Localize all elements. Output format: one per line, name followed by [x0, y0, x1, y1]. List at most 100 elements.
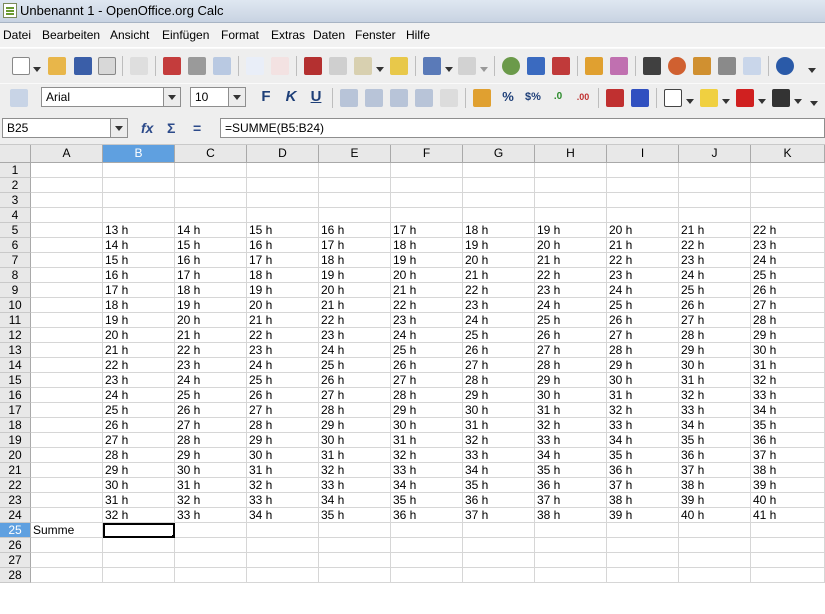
cell-g26[interactable]	[463, 538, 535, 553]
cell-f21[interactable]: 33 h	[391, 463, 463, 478]
cell-f5[interactable]: 17 h	[391, 223, 463, 238]
cell-e20[interactable]: 31 h	[319, 448, 391, 463]
menu-ansicht[interactable]: Ansicht	[110, 28, 149, 42]
sort-descending-icon[interactable]	[552, 57, 570, 75]
cell-d6[interactable]: 16 h	[247, 238, 319, 253]
cell-h11[interactable]: 25 h	[535, 313, 607, 328]
cell-e19[interactable]: 30 h	[319, 433, 391, 448]
menu-extras[interactable]: Extras	[271, 28, 305, 42]
cell-b12[interactable]: 20 h	[103, 328, 175, 343]
cell-f26[interactable]	[391, 538, 463, 553]
cell-c17[interactable]: 26 h	[175, 403, 247, 418]
print-preview-icon[interactable]	[213, 57, 231, 75]
cell-e23[interactable]: 34 h	[319, 493, 391, 508]
cell-h2[interactable]	[535, 178, 607, 193]
column-header-j[interactable]: J	[679, 145, 751, 163]
cell-f3[interactable]	[391, 193, 463, 208]
cut-icon[interactable]	[304, 57, 322, 75]
cell-h6[interactable]: 20 h	[535, 238, 607, 253]
cell-h10[interactable]: 24 h	[535, 298, 607, 313]
background-color-dropdown-icon[interactable]	[722, 94, 730, 104]
cell-j14[interactable]: 30 h	[679, 358, 751, 373]
cell-h20[interactable]: 34 h	[535, 448, 607, 463]
zoom-icon[interactable]	[743, 57, 761, 75]
cell-e8[interactable]: 19 h	[319, 268, 391, 283]
font-size-box[interactable]: 10	[190, 87, 246, 107]
show-draw-functions-icon[interactable]	[610, 57, 628, 75]
cell-k26[interactable]	[751, 538, 825, 553]
cell-g22[interactable]: 35 h	[463, 478, 535, 493]
cell-g11[interactable]: 24 h	[463, 313, 535, 328]
cell-e3[interactable]	[319, 193, 391, 208]
cell-h3[interactable]	[535, 193, 607, 208]
cell-d14[interactable]: 24 h	[247, 358, 319, 373]
spellcheck-icon[interactable]	[246, 57, 264, 75]
cell-b19[interactable]: 27 h	[103, 433, 175, 448]
cell-e15[interactable]: 26 h	[319, 373, 391, 388]
cell-f15[interactable]: 27 h	[391, 373, 463, 388]
border-style-icon[interactable]	[772, 89, 790, 107]
formula-input[interactable]: =SUMME(B5:B24)	[220, 118, 825, 138]
cell-c23[interactable]: 32 h	[175, 493, 247, 508]
cell-g7[interactable]: 20 h	[463, 253, 535, 268]
cell-i3[interactable]	[607, 193, 679, 208]
cell-e5[interactable]: 16 h	[319, 223, 391, 238]
cell-b3[interactable]	[103, 193, 175, 208]
cell-a23[interactable]	[31, 493, 103, 508]
cell-f10[interactable]: 22 h	[391, 298, 463, 313]
cell-d22[interactable]: 32 h	[247, 478, 319, 493]
row-header-21[interactable]: 21	[0, 463, 31, 478]
cell-e1[interactable]	[319, 163, 391, 178]
cell-i6[interactable]: 21 h	[607, 238, 679, 253]
cell-k16[interactable]: 33 h	[751, 388, 825, 403]
cell-i12[interactable]: 27 h	[607, 328, 679, 343]
cell-g19[interactable]: 32 h	[463, 433, 535, 448]
cell-c15[interactable]: 24 h	[175, 373, 247, 388]
cell-k19[interactable]: 36 h	[751, 433, 825, 448]
clone-formatting-icon[interactable]	[390, 57, 408, 75]
paste-dropdown-icon[interactable]	[376, 62, 384, 72]
cell-c19[interactable]: 28 h	[175, 433, 247, 448]
cell-k25[interactable]	[751, 523, 825, 538]
cell-f25[interactable]	[391, 523, 463, 538]
find-replace-icon[interactable]	[643, 57, 661, 75]
cell-g18[interactable]: 31 h	[463, 418, 535, 433]
cell-j18[interactable]: 34 h	[679, 418, 751, 433]
cell-b16[interactable]: 24 h	[103, 388, 175, 403]
column-header-h[interactable]: H	[535, 145, 607, 163]
cell-i24[interactable]: 39 h	[607, 508, 679, 523]
hyperlink-icon[interactable]	[502, 57, 520, 75]
cell-e27[interactable]	[319, 553, 391, 568]
cell-k23[interactable]: 40 h	[751, 493, 825, 508]
cell-b18[interactable]: 26 h	[103, 418, 175, 433]
navigator-icon[interactable]	[668, 57, 686, 75]
align-center-icon[interactable]	[365, 89, 383, 107]
cell-b10[interactable]: 18 h	[103, 298, 175, 313]
sum-button[interactable]: Σ	[167, 120, 175, 136]
cell-h9[interactable]: 23 h	[535, 283, 607, 298]
cell-j12[interactable]: 28 h	[679, 328, 751, 343]
cell-h28[interactable]	[535, 568, 607, 583]
cell-c26[interactable]	[175, 538, 247, 553]
cell-d2[interactable]	[247, 178, 319, 193]
row-header-25[interactable]: 25	[0, 523, 31, 538]
column-header-g[interactable]: G	[463, 145, 535, 163]
cell-f19[interactable]: 31 h	[391, 433, 463, 448]
cell-c21[interactable]: 30 h	[175, 463, 247, 478]
cell-b13[interactable]: 21 h	[103, 343, 175, 358]
cell-i16[interactable]: 31 h	[607, 388, 679, 403]
cell-j21[interactable]: 37 h	[679, 463, 751, 478]
cell-j28[interactable]	[679, 568, 751, 583]
cell-a14[interactable]	[31, 358, 103, 373]
cell-d13[interactable]: 23 h	[247, 343, 319, 358]
row-header-18[interactable]: 18	[0, 418, 31, 433]
cell-i11[interactable]: 26 h	[607, 313, 679, 328]
cell-f18[interactable]: 30 h	[391, 418, 463, 433]
cell-f6[interactable]: 18 h	[391, 238, 463, 253]
cell-a21[interactable]	[31, 463, 103, 478]
cell-d17[interactable]: 27 h	[247, 403, 319, 418]
cell-g13[interactable]: 26 h	[463, 343, 535, 358]
cell-i25[interactable]	[607, 523, 679, 538]
cell-g6[interactable]: 19 h	[463, 238, 535, 253]
cell-c6[interactable]: 15 h	[175, 238, 247, 253]
